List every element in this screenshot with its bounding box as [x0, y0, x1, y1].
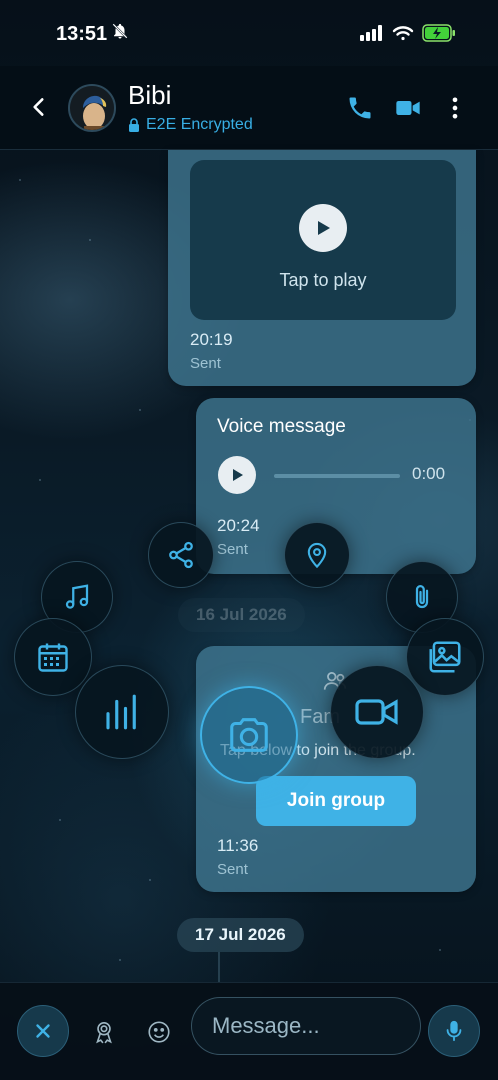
location-button[interactable]	[284, 522, 350, 588]
divider	[218, 952, 220, 982]
emoji-button[interactable]	[146, 1019, 172, 1045]
status-indicators	[360, 24, 456, 47]
status-time: 13:51	[56, 22, 129, 46]
voice-duration: 0:00	[412, 464, 446, 483]
gallery-button[interactable]	[406, 618, 484, 696]
video-camera-icon	[396, 101, 420, 115]
encryption-label: E2E Encrypted	[146, 116, 253, 133]
gallery-icon	[429, 641, 461, 673]
microphone-icon	[446, 1020, 462, 1042]
award-ribbon-icon	[96, 1021, 112, 1044]
message-input-bar	[0, 982, 498, 1080]
location-icon	[307, 542, 327, 569]
voice-message-title: Voice message	[217, 416, 346, 437]
vertical-dots-icon	[452, 97, 458, 119]
close-attach-menu-button[interactable]	[17, 1005, 69, 1057]
camera-button[interactable]	[200, 686, 298, 784]
calendar-button[interactable]	[14, 618, 92, 696]
play-button[interactable]	[299, 204, 347, 252]
message-time: 20:24	[217, 516, 260, 535]
paperclip-icon	[415, 585, 429, 609]
poll-icon	[106, 694, 136, 730]
clock-text: 13:51	[56, 22, 108, 45]
back-button[interactable]	[26, 94, 52, 120]
tap-to-play-label: Tap to play	[279, 270, 367, 290]
close-icon	[36, 1024, 50, 1038]
smiley-icon	[148, 1021, 170, 1043]
avatar[interactable]	[68, 84, 116, 132]
play-icon	[318, 221, 330, 235]
share-button[interactable]	[148, 522, 214, 588]
encryption-status: E2E Encrypted	[128, 116, 253, 134]
bell-muted-icon	[111, 22, 129, 46]
video-camera-icon	[355, 699, 398, 725]
date-separator: 17 Jul 2026	[177, 918, 304, 952]
message-time: 20:19	[190, 330, 233, 349]
video-thumbnail[interactable]: Tap to play	[190, 160, 456, 320]
voice-progress-track[interactable]	[274, 474, 400, 478]
message-input[interactable]	[191, 997, 421, 1055]
chat-header: Bibi E2E Encrypted	[0, 66, 498, 150]
battery-charging-icon	[422, 24, 456, 47]
video-call-button[interactable]	[394, 94, 422, 122]
video-record-button[interactable]	[330, 665, 424, 759]
voice-play-button[interactable]	[218, 456, 256, 494]
more-options-button[interactable]	[441, 94, 469, 122]
date-separator: 16 Jul 2026	[178, 598, 305, 632]
calendar-icon	[38, 643, 68, 672]
play-icon	[233, 469, 243, 481]
lock-icon	[129, 118, 139, 132]
phone-icon	[349, 97, 371, 119]
message-time: 11:36	[217, 836, 259, 855]
signal-icon	[360, 25, 384, 46]
wifi-icon	[392, 25, 414, 46]
voice-record-button[interactable]	[428, 1005, 480, 1057]
status-bar: 13:51	[0, 0, 498, 66]
voice-call-button[interactable]	[346, 94, 374, 122]
share-icon	[169, 541, 193, 569]
message-status: Sent	[217, 861, 248, 878]
message-status: Sent	[190, 355, 221, 372]
message-status: Sent	[217, 541, 248, 558]
join-group-button[interactable]: Join group	[256, 776, 416, 826]
sticker-button[interactable]	[91, 1019, 117, 1045]
chevron-left-icon	[33, 98, 44, 116]
camera-icon	[230, 718, 268, 752]
contact-name[interactable]: Bibi	[128, 80, 171, 111]
video-message-bubble[interactable]: Tap to play 20:19 Sent	[168, 150, 476, 386]
music-icon	[65, 584, 89, 609]
poll-button[interactable]	[75, 665, 169, 759]
